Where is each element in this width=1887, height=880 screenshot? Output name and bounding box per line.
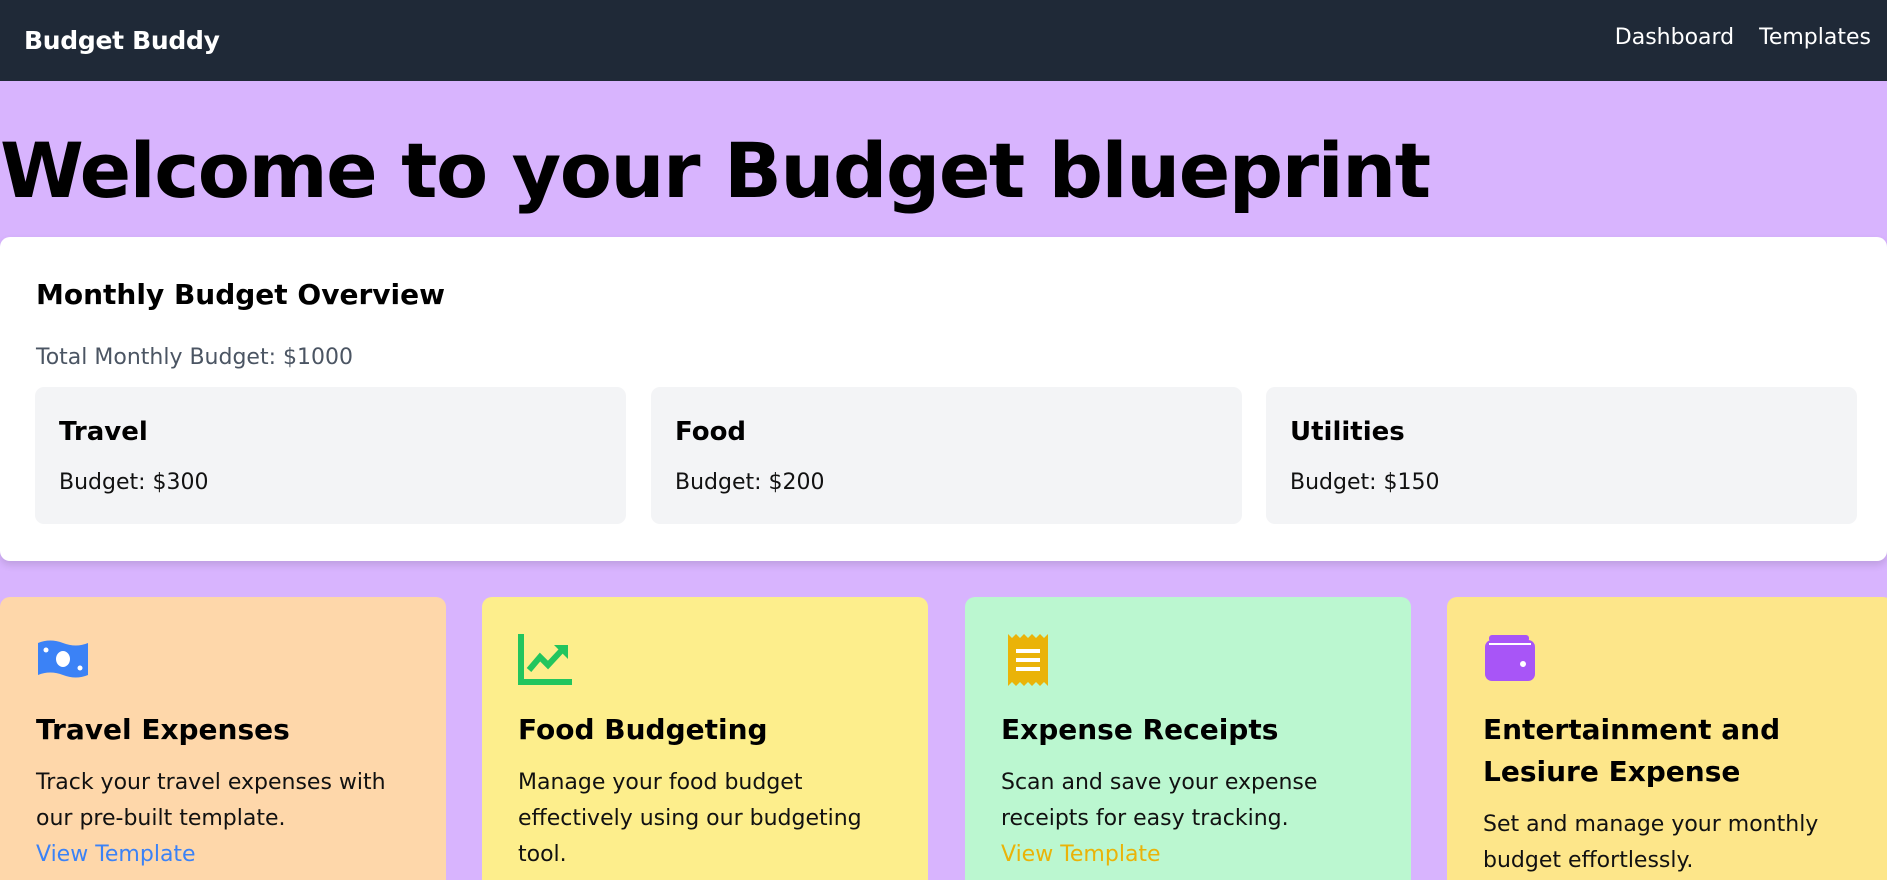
template-card-expense-receipts[interactable]: Expense Receipts Scan and save your expe… bbox=[965, 597, 1411, 880]
overview-title: Monthly Budget Overview bbox=[36, 278, 445, 311]
template-description: Track your travel expenses with our pre-… bbox=[36, 770, 386, 831]
category-budget: Budget: $200 bbox=[675, 470, 825, 495]
template-title: Expense Receipts bbox=[1001, 713, 1279, 746]
view-template-link[interactable]: View Template bbox=[36, 837, 196, 873]
navbar: Budget Buddy Dashboard Templates bbox=[0, 0, 1887, 81]
template-card-food-budgeting[interactable]: Food Budgeting Manage your food budget e… bbox=[482, 597, 928, 880]
template-title: Food Budgeting bbox=[518, 713, 768, 746]
view-template-link[interactable]: View Template bbox=[1001, 837, 1161, 873]
template-description: Manage your food budget effectively usin… bbox=[518, 770, 862, 867]
template-card-entertainment-expense[interactable]: Entertainment and Lesiure Expense Set an… bbox=[1447, 597, 1887, 880]
template-title: Travel Expenses bbox=[36, 713, 290, 746]
category-budget: Budget: $300 bbox=[59, 470, 209, 495]
category-name: Travel bbox=[59, 417, 148, 447]
page-title: Welcome to your Budget blueprint bbox=[0, 126, 1431, 215]
template-title: Entertainment and Lesiure Expense bbox=[1483, 713, 1781, 788]
template-card-travel-expenses[interactable]: Travel Expenses Track your travel expens… bbox=[0, 597, 446, 880]
wallet-icon bbox=[1485, 635, 1535, 681]
template-description: Scan and save your expense receipts for … bbox=[1001, 770, 1318, 831]
category-name: Utilities bbox=[1290, 417, 1405, 447]
receipt-icon bbox=[1008, 634, 1048, 686]
money-bill-icon bbox=[38, 640, 88, 678]
category-name: Food bbox=[675, 417, 747, 447]
template-description: Set and manage your monthly budget effor… bbox=[1483, 812, 1819, 873]
category-card-travel: Travel Budget: $300 bbox=[35, 387, 626, 524]
nav-link-templates[interactable]: Templates bbox=[1759, 25, 1871, 50]
chart-line-icon bbox=[518, 634, 572, 685]
nav-link-dashboard[interactable]: Dashboard bbox=[1615, 25, 1734, 50]
category-card-food: Food Budget: $200 bbox=[651, 387, 1242, 524]
category-budget: Budget: $150 bbox=[1290, 470, 1440, 495]
brand-logo[interactable]: Budget Buddy bbox=[24, 26, 220, 55]
nav-links: Dashboard Templates bbox=[1615, 25, 1871, 50]
category-card-utilities: Utilities Budget: $150 bbox=[1266, 387, 1857, 524]
total-monthly-budget: Total Monthly Budget: $1000 bbox=[36, 345, 353, 370]
